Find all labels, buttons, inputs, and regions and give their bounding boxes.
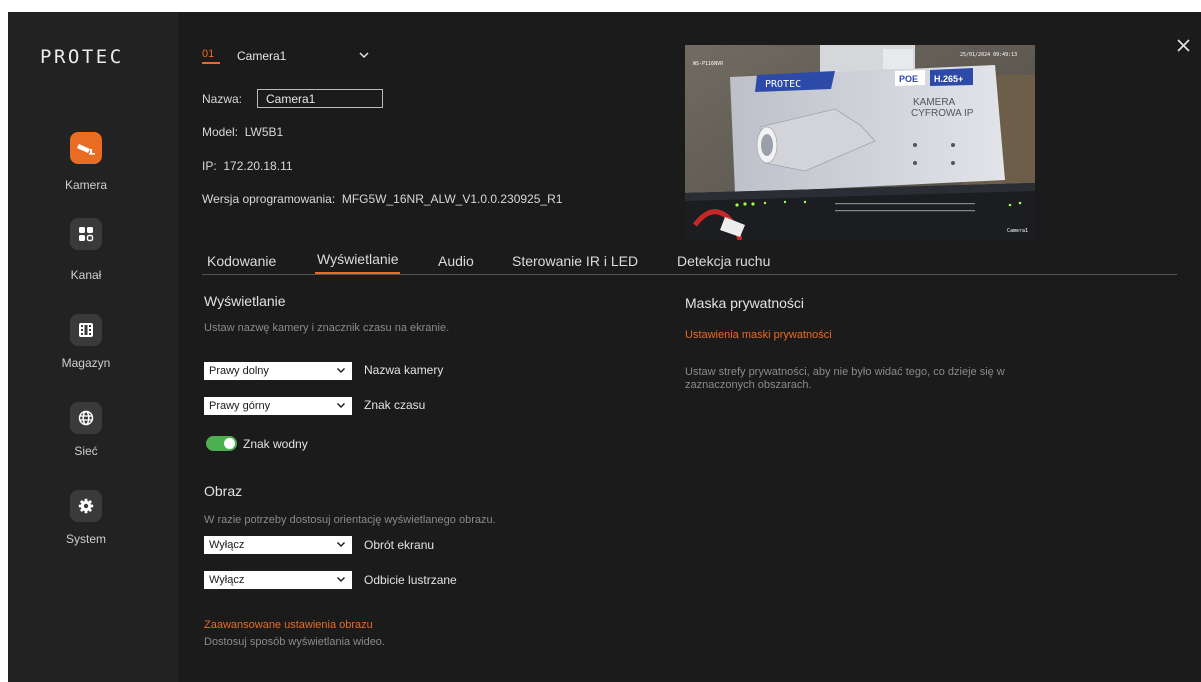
preview-top-left-text: WS-P116NVR xyxy=(693,61,724,67)
watermark-label: Znak wodny xyxy=(243,437,308,451)
chevron-down-icon xyxy=(359,52,369,59)
firmware-row: Wersja oprogramowania: MFG5W_16NR_ALW_V1… xyxy=(202,192,562,206)
chevron-down-icon xyxy=(337,368,345,373)
tab-detekcja-ruchu[interactable]: Detekcja ruchu xyxy=(677,253,770,269)
camera-name-position-select[interactable]: Prawy dolny xyxy=(204,362,352,380)
tab-sterowanie-ir-led[interactable]: Sterowanie IR i LED xyxy=(512,253,638,269)
active-tab-indicator xyxy=(315,272,400,274)
film-icon xyxy=(70,314,102,346)
rotation-label: Obrót ekranu xyxy=(364,538,435,552)
image-section-title: Obraz xyxy=(204,483,243,499)
camera-number-underline xyxy=(202,62,220,64)
model-value: LW5B1 xyxy=(244,125,284,139)
sidebar-item-system[interactable]: System xyxy=(8,490,178,546)
display-section-title: Wyświetlanie xyxy=(204,293,286,309)
firmware-label: Wersja oprogramowania: xyxy=(202,192,336,206)
gear-icon xyxy=(70,490,102,522)
image-section-description: W razie potrzeby dostosuj orientację wyś… xyxy=(204,514,496,526)
time-position-label: Znak czasu xyxy=(364,398,426,412)
tab-kodowanie[interactable]: Kodowanie xyxy=(207,253,276,269)
preview-camera-name: Camera1 xyxy=(1007,228,1028,234)
sidebar-item-label: System xyxy=(65,532,106,546)
time-position-select[interactable]: Prawy górny xyxy=(204,397,352,415)
firmware-value: MFG5W_16NR_ALW_V1.0.0.230925_R1 xyxy=(341,192,563,206)
advanced-image-settings-description: Dostosuj sposób wyświetlania wideo. xyxy=(204,636,385,648)
rotation-select[interactable]: Wyłącz xyxy=(204,536,352,554)
sidebar-item-label: Kamera xyxy=(64,178,108,192)
chevron-down-icon xyxy=(337,577,345,582)
privacy-section-title: Maska prywatności xyxy=(685,295,805,311)
box-codec-text: H.265+ xyxy=(934,74,963,84)
tab-divider xyxy=(202,274,1177,275)
camera-name-position-label: Nazwa kamery xyxy=(364,363,444,377)
sidebar-item-kamera[interactable]: Kamera xyxy=(8,132,178,194)
display-section-description: Ustaw nazwę kamery i znacznik czasu na e… xyxy=(204,322,450,334)
chevron-down-icon xyxy=(337,403,345,408)
ip-value: 172.20.18.11 xyxy=(223,159,293,173)
box-caption-line2: CYFROWA IP xyxy=(911,108,974,119)
select-value: Wyłącz xyxy=(209,574,245,586)
select-value: Wyłącz xyxy=(209,539,245,551)
sidebar: PROTEC Kamera Kanał Magazyn Sieć System xyxy=(8,12,178,682)
box-poe-text: POE xyxy=(899,74,918,84)
watermark-toggle[interactable] xyxy=(206,436,237,451)
privacy-section-description: Ustaw strefy prywatności, aby nie było w… xyxy=(685,366,1005,391)
chevron-down-icon xyxy=(337,542,345,547)
model-label: Model: xyxy=(202,125,239,139)
camera-selector-name: Camera1 xyxy=(237,49,287,63)
grid-icon xyxy=(70,218,102,250)
tab-audio[interactable]: Audio xyxy=(438,253,474,269)
camera-name-field[interactable] xyxy=(257,89,383,108)
sidebar-item-label: Kanał xyxy=(70,268,102,282)
sidebar-item-label: Magazyn xyxy=(61,356,111,370)
sidebar-item-kanal[interactable]: Kanał xyxy=(8,218,178,282)
model-row: Model: LW5B1 xyxy=(202,125,283,139)
mirror-label: Odbicie lustrzane xyxy=(364,573,457,587)
privacy-mask-settings-link[interactable]: Ustawienia maski prywatności xyxy=(685,329,832,341)
close-icon[interactable] xyxy=(1176,38,1191,53)
sidebar-item-magazyn[interactable]: Magazyn xyxy=(8,314,178,370)
camera-number: 01 xyxy=(202,48,215,60)
ip-label: IP: xyxy=(202,159,217,173)
camera-icon xyxy=(70,132,102,164)
globe-icon xyxy=(70,402,102,434)
toggle-knob xyxy=(224,438,235,449)
box-logo-text: PROTEC xyxy=(765,79,801,90)
name-label: Nazwa: xyxy=(202,92,243,106)
ip-row: IP: 172.20.18.11 xyxy=(202,159,293,173)
sidebar-item-siec[interactable]: Sieć xyxy=(8,402,178,458)
box-caption-line1: KAMERA xyxy=(913,97,956,108)
app-window: PROTEC Kamera Kanał Magazyn Sieć System … xyxy=(8,12,1201,682)
select-value: Prawy dolny xyxy=(209,365,269,377)
mirror-select[interactable]: Wyłącz xyxy=(204,571,352,589)
sidebar-item-label: Sieć xyxy=(74,444,98,458)
advanced-image-settings-link[interactable]: Zaawansowane ustawienia obrazu xyxy=(204,619,373,631)
select-value: Prawy górny xyxy=(209,400,271,412)
brand-logo: PROTEC xyxy=(40,46,124,68)
preview-timestamp: 25/01/2024 09:49:13 xyxy=(960,52,1017,58)
tab-wyswietlanie[interactable]: Wyświetlanie xyxy=(317,251,399,267)
camera-preview: PROTEC POE H.265+ KAMERA CYFROWA IP WS-P… xyxy=(685,45,1035,240)
